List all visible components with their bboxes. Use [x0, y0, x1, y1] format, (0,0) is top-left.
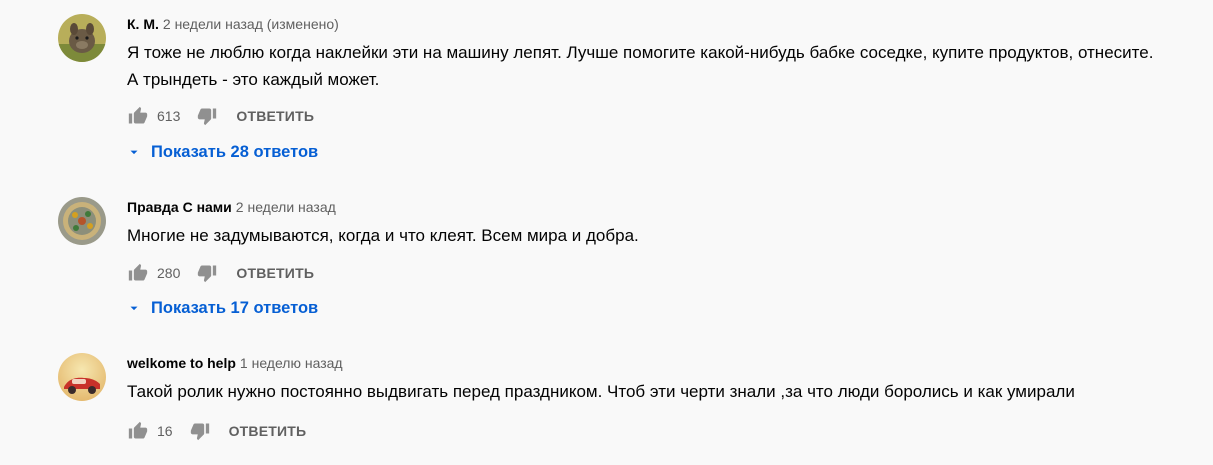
thumb-up-icon	[128, 263, 148, 281]
like-count: 16	[157, 423, 173, 439]
comment-header: welkome to help 1 неделю назад	[127, 353, 1213, 373]
thumb-up-icon	[128, 421, 148, 439]
comment-time[interactable]: 2 недели назад (изменено)	[163, 16, 339, 32]
action-toolbar: 16 ОТВЕТИТЬ	[127, 419, 306, 443]
thumb-down-icon	[190, 423, 209, 441]
show-replies-label: Показать 28 ответов	[151, 142, 319, 161]
comment-body: Правда С нами 2 недели назад Многие не за…	[127, 197, 1213, 317]
show-replies-button[interactable]: Показать 17 ответов	[123, 297, 318, 319]
comment-body: К. М. 2 недели назад (изменено) Я тоже не…	[127, 14, 1213, 161]
like-count: 613	[157, 108, 181, 124]
comment-header: Правда С нами 2 недели назад	[127, 197, 1213, 217]
avatar[interactable]	[58, 14, 106, 62]
reply-button[interactable]: ОТВЕТИТЬ	[236, 265, 314, 281]
show-replies-button[interactable]: Показать 28 ответов	[123, 141, 318, 163]
like-button[interactable]	[127, 420, 149, 442]
action-toolbar: 613 ОТВЕТИТЬ	[127, 104, 314, 128]
like-button[interactable]	[127, 262, 149, 284]
thumb-down-icon	[198, 108, 217, 126]
avatar[interactable]	[58, 353, 106, 401]
caret-down-icon	[130, 150, 138, 155]
caret-down-icon	[130, 306, 138, 311]
comment-text: Многие не задумываются, когда и что клея…	[127, 226, 639, 245]
comments-section: К. М. 2 недели назад (изменено) Я тоже не…	[0, 0, 1213, 465]
dislike-button[interactable]	[189, 420, 211, 442]
like-button[interactable]	[127, 105, 149, 127]
avatar[interactable]	[58, 197, 106, 245]
comment-time[interactable]: 2 недели назад	[236, 199, 336, 215]
dislike-button[interactable]	[196, 105, 218, 127]
comment-text: Такой ролик нужно постоянно выдвигать пе…	[127, 382, 1075, 401]
author-name[interactable]: Правда С нами	[127, 199, 232, 215]
author-name[interactable]: welkome to help	[127, 355, 236, 371]
author-name[interactable]: К. М.	[127, 16, 159, 32]
reply-button[interactable]: ОТВЕТИТЬ	[229, 423, 307, 439]
like-count: 280	[157, 265, 181, 281]
comment-text: Я тоже не люблю когда наклейки эти на ма…	[127, 43, 1154, 89]
show-replies-label: Показать 17 ответов	[151, 298, 319, 317]
comment-time[interactable]: 1 неделю назад	[240, 355, 343, 371]
thumb-down-icon	[198, 265, 217, 283]
dislike-button[interactable]	[196, 262, 218, 284]
reply-button[interactable]: ОТВЕТИТЬ	[236, 108, 314, 124]
comment-header: К. М. 2 недели назад (изменено)	[127, 14, 1213, 34]
comment-body: welkome to help 1 неделю назад Такой роли…	[127, 353, 1213, 441]
thumb-up-icon	[128, 106, 148, 124]
action-toolbar: 280 ОТВЕТИТЬ	[127, 261, 314, 285]
